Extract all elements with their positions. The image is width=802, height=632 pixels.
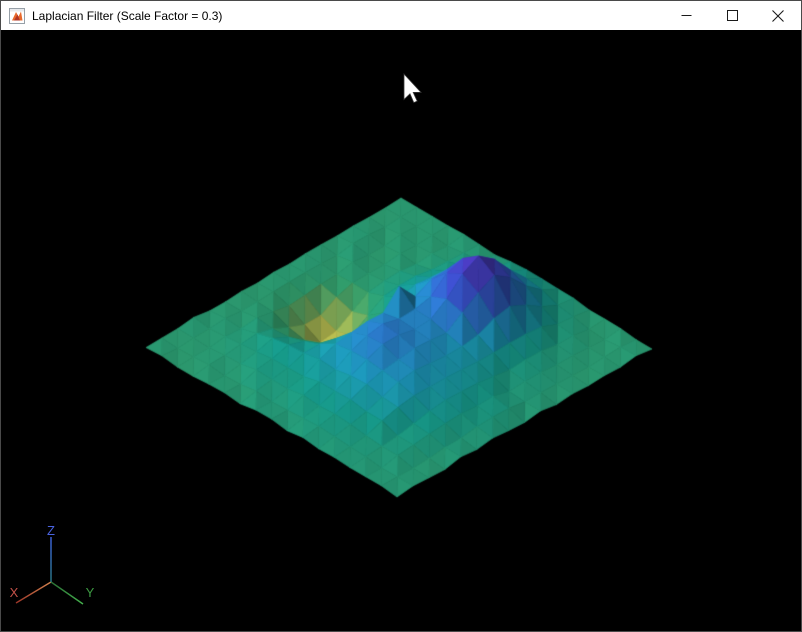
figure-window: Laplacian Filter (Scale Factor = 0.3) X … bbox=[0, 0, 802, 632]
matlab-figure-icon bbox=[9, 7, 25, 24]
surface-plot[interactable] bbox=[1, 30, 801, 631]
minimize-button[interactable] bbox=[663, 1, 709, 30]
maximize-icon bbox=[726, 10, 738, 21]
window-title: Laplacian Filter (Scale Factor = 0.3) bbox=[32, 8, 223, 23]
titlebar[interactable]: Laplacian Filter (Scale Factor = 0.3) bbox=[1, 1, 801, 30]
viewer-client-area: X Y Z bbox=[1, 30, 801, 631]
close-button[interactable] bbox=[755, 1, 801, 30]
maximize-button[interactable] bbox=[709, 1, 755, 30]
window-controls bbox=[663, 1, 801, 30]
minimize-icon bbox=[681, 15, 691, 16]
close-icon bbox=[772, 9, 784, 22]
